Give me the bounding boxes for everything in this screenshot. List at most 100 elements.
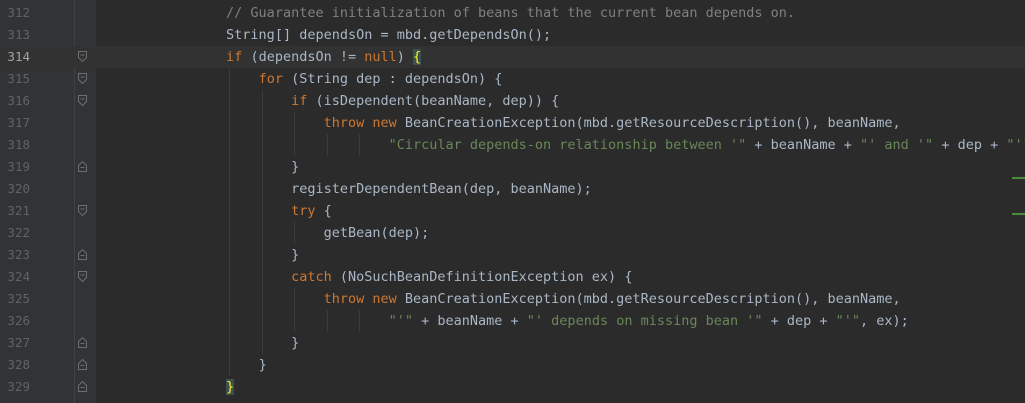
code-token: } bbox=[291, 247, 300, 263]
fold-open-icon[interactable] bbox=[78, 95, 87, 106]
code-token: String[] dependsOn = mbd.getDependsOn(); bbox=[226, 27, 552, 43]
keyword-token: if bbox=[226, 49, 243, 65]
code-text: for (String dep : dependsOn) { bbox=[96, 68, 1025, 90]
code-token: } bbox=[291, 159, 300, 175]
comment-token: // Guarantee initialization of beans tha… bbox=[226, 5, 795, 21]
code-line[interactable]: 327 } bbox=[0, 332, 1025, 354]
code-text: if (dependsOn != null) { bbox=[96, 46, 1025, 68]
string-token: "'" bbox=[388, 313, 413, 329]
string-token: "'" bbox=[1006, 137, 1025, 153]
code-token: + beanName + bbox=[413, 313, 527, 329]
fold-close-icon[interactable] bbox=[78, 161, 87, 172]
code-line[interactable]: 313 String[] dependsOn = mbd.getDependsO… bbox=[0, 24, 1025, 46]
keyword-token: throw new bbox=[323, 115, 397, 131]
fold-close-icon[interactable] bbox=[78, 381, 87, 392]
line-number: 328 bbox=[7, 357, 30, 372]
code-line[interactable]: 320 registerDependentBean(dep, beanName)… bbox=[0, 178, 1025, 200]
code-line[interactable]: 318 "Circular depends-on relationship be… bbox=[0, 134, 1025, 156]
code-line[interactable]: 312 // Guarantee initialization of beans… bbox=[0, 2, 1025, 24]
string-token: "' depends on missing bean '" bbox=[526, 313, 763, 329]
code-line[interactable]: 321 try { bbox=[0, 200, 1025, 222]
code-line[interactable]: 326 "'" + beanName + "' depends on missi… bbox=[0, 310, 1025, 332]
change-marker bbox=[1012, 177, 1025, 179]
string-token: "Circular depends-on relationship betwee… bbox=[388, 137, 747, 153]
line-number: 326 bbox=[7, 313, 30, 328]
string-token: "'" bbox=[835, 313, 861, 329]
line-number: 316 bbox=[7, 93, 30, 108]
line-number: 314 bbox=[7, 49, 30, 64]
code-token: (isDependent(beanName, dep)) { bbox=[307, 93, 560, 109]
code-text: throw new BeanCreationException(mbd.getR… bbox=[96, 112, 1025, 134]
code-text: catch (NoSuchBeanDefinitionException ex)… bbox=[96, 266, 1025, 288]
code-line[interactable]: 324 catch (NoSuchBeanDefinitionException… bbox=[0, 266, 1025, 288]
code-text: } bbox=[96, 332, 1025, 354]
code-token: BeanCreationException(mbd.getResourceDes… bbox=[396, 115, 901, 131]
change-marker bbox=[1012, 213, 1025, 215]
code-line[interactable]: 328 } bbox=[0, 354, 1025, 376]
code-text: "Circular depends-on relationship betwee… bbox=[96, 134, 1025, 156]
code-token: registerDependentBean(dep, beanName); bbox=[291, 181, 592, 197]
fold-close-icon[interactable] bbox=[78, 359, 87, 370]
line-number: 317 bbox=[7, 115, 30, 130]
code-text: try { bbox=[96, 200, 1025, 222]
line-number: 312 bbox=[7, 5, 30, 20]
line-number: 323 bbox=[7, 247, 30, 262]
line-number: 329 bbox=[7, 379, 30, 394]
keyword-token: throw new bbox=[323, 291, 397, 307]
matched-brace: { bbox=[413, 49, 422, 65]
code-text: } bbox=[96, 244, 1025, 266]
line-number: 325 bbox=[7, 291, 30, 306]
code-token: + dep + bbox=[933, 137, 1007, 153]
fold-open-icon[interactable] bbox=[78, 51, 87, 62]
string-token: "' and '" bbox=[860, 137, 934, 153]
line-number: 319 bbox=[7, 159, 30, 174]
keyword-token: catch bbox=[291, 269, 332, 285]
code-token: + dep + bbox=[762, 313, 836, 329]
code-token: (String dep : dependsOn) { bbox=[282, 71, 503, 87]
line-number: 318 bbox=[7, 137, 30, 152]
code-line[interactable]: 315 for (String dep : dependsOn) { bbox=[0, 68, 1025, 90]
code-line[interactable]: 329 } bbox=[0, 376, 1025, 398]
line-number: 315 bbox=[7, 71, 30, 86]
code-token: { bbox=[315, 203, 332, 219]
code-line[interactable]: 319 } bbox=[0, 156, 1025, 178]
code-text: registerDependentBean(dep, beanName); bbox=[96, 178, 1025, 200]
code-token: (dependsOn != bbox=[242, 49, 365, 65]
matched-brace: } bbox=[226, 379, 235, 395]
code-token: } bbox=[291, 335, 300, 351]
code-token: BeanCreationException(mbd.getResourceDes… bbox=[396, 291, 901, 307]
line-number: 322 bbox=[7, 225, 30, 240]
fold-close-icon[interactable] bbox=[78, 337, 87, 348]
code-line[interactable]: 314 if (dependsOn != null) { bbox=[0, 46, 1025, 68]
fold-open-icon[interactable] bbox=[78, 271, 87, 282]
code-token: getBean(dep); bbox=[323, 225, 430, 241]
code-text: } bbox=[96, 156, 1025, 178]
code-editor[interactable]: 312 // Guarantee initialization of beans… bbox=[0, 0, 1025, 403]
keyword-token: if bbox=[291, 93, 308, 109]
keyword-token: try bbox=[291, 203, 316, 219]
code-line[interactable]: 323 } bbox=[0, 244, 1025, 266]
line-number: 313 bbox=[7, 27, 30, 42]
fold-open-icon[interactable] bbox=[78, 205, 87, 216]
keyword-token: null bbox=[364, 49, 397, 65]
line-number: 320 bbox=[7, 181, 30, 196]
code-token: + beanName + bbox=[746, 137, 861, 153]
fold-open-icon[interactable] bbox=[78, 73, 87, 84]
fold-close-icon[interactable] bbox=[78, 249, 87, 260]
line-number: 324 bbox=[7, 269, 30, 284]
code-text: throw new BeanCreationException(mbd.getR… bbox=[96, 288, 1025, 310]
code-line[interactable]: 322 getBean(dep); bbox=[0, 222, 1025, 244]
code-line[interactable]: 316 if (isDependent(beanName, dep)) { bbox=[0, 90, 1025, 112]
code-token: , ex); bbox=[860, 313, 909, 329]
line-number: 327 bbox=[7, 335, 30, 350]
code-line[interactable]: 317 throw new BeanCreationException(mbd.… bbox=[0, 112, 1025, 134]
code-token: (NoSuchBeanDefinitionException ex) { bbox=[331, 269, 633, 285]
code-text: // Guarantee initialization of beans tha… bbox=[96, 2, 1025, 24]
keyword-token: for bbox=[258, 71, 283, 87]
line-number: 321 bbox=[7, 203, 30, 218]
code-text: } bbox=[96, 376, 1025, 398]
code-line[interactable]: 325 throw new BeanCreationException(mbd.… bbox=[0, 288, 1025, 310]
code-text: String[] dependsOn = mbd.getDependsOn(); bbox=[96, 24, 1025, 46]
code-token: ) bbox=[396, 49, 414, 65]
code-text: } bbox=[96, 354, 1025, 376]
